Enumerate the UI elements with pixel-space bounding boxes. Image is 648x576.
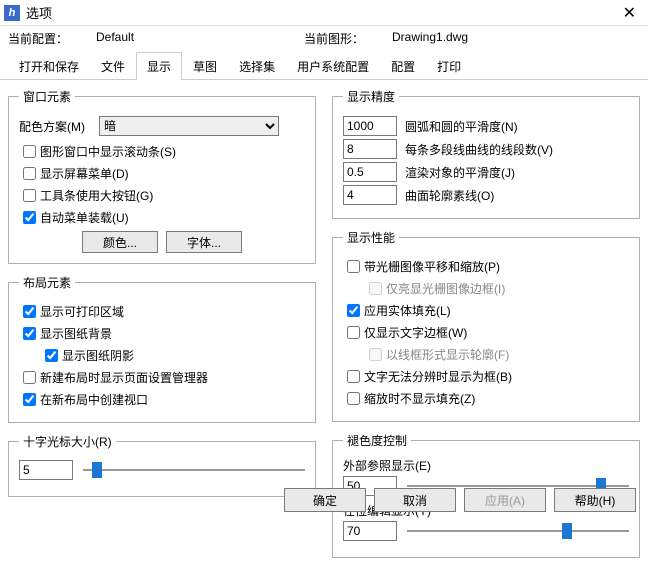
poly-seg-label: 每条多段线曲线的线段数(V) — [405, 141, 553, 158]
chk-large-toolbar[interactable] — [23, 189, 36, 202]
chk-page-setup-new[interactable] — [23, 371, 36, 384]
tab-print[interactable]: 打印 — [426, 52, 472, 80]
surface-iso-label: 曲面轮廓素线(O) — [405, 187, 494, 204]
chk-text-frame[interactable] — [347, 326, 360, 339]
legend-window-elements: 窗口元素 — [19, 88, 75, 105]
chk-scrollbars[interactable] — [23, 145, 36, 158]
dialog-title: 选项 — [26, 3, 52, 22]
lbl-auto-menu: 自动菜单装载(U) — [40, 209, 129, 226]
button-fonts[interactable]: 字体... — [166, 231, 242, 253]
legend-fade-control: 褪色度控制 — [343, 432, 411, 449]
lbl-paper-shadow: 显示图纸阴影 — [62, 347, 134, 364]
tab-sketch[interactable]: 草图 — [182, 52, 228, 80]
render-smooth-label: 渲染对象的平滑度(J) — [405, 164, 515, 181]
chk-auto-menu[interactable] — [23, 211, 36, 224]
legend-layout-elements: 布局元素 — [19, 274, 75, 291]
chk-screen-menu[interactable] — [23, 167, 36, 180]
tab-file[interactable]: 文件 — [90, 52, 136, 80]
surface-iso-input[interactable] — [343, 185, 397, 205]
dialog-buttons: 确定 取消 应用(A) 帮助(H) — [284, 488, 636, 512]
chk-paper-bg[interactable] — [23, 327, 36, 340]
cursor-size-input[interactable] — [19, 460, 73, 480]
tab-display[interactable]: 显示 — [136, 52, 182, 80]
chk-raster-frame — [369, 282, 382, 295]
current-config-value: Default — [96, 30, 296, 47]
title-bar: 选项 ✕ — [0, 0, 648, 26]
inplace-fade-input[interactable] — [343, 521, 397, 541]
close-icon[interactable]: ✕ — [619, 3, 640, 23]
chk-pan-zoom-raster[interactable] — [347, 260, 360, 273]
lbl-solid-fill: 应用实体填充(L) — [364, 302, 451, 319]
app-icon — [4, 5, 20, 21]
lbl-text-blob: 文字无法分辨时显示为框(B) — [364, 368, 512, 385]
cancel-button[interactable]: 取消 — [374, 488, 456, 512]
tab-open-save[interactable]: 打开和保存 — [8, 52, 90, 80]
legend-precision: 显示精度 — [343, 88, 399, 105]
legend-performance: 显示性能 — [343, 229, 399, 246]
header-row: 当前配置： Default 当前图形： Drawing1.dwg — [0, 26, 648, 47]
chk-wire-silhouette — [369, 348, 382, 361]
lbl-page-setup-new: 新建布局时显示页面设置管理器 — [40, 369, 208, 386]
chk-text-blob[interactable] — [347, 370, 360, 383]
lbl-large-toolbar: 工具条使用大按钮(G) — [40, 187, 153, 204]
group-cursor-size: 十字光标大小(R) — [8, 433, 316, 497]
color-scheme-label: 配色方案(M) — [19, 118, 99, 135]
button-colors[interactable]: 颜色... — [82, 231, 158, 253]
current-config-label: 当前配置： — [8, 30, 88, 47]
current-drawing-label: 当前图形： — [304, 30, 384, 47]
tab-config[interactable]: 配置 — [380, 52, 426, 80]
lbl-raster-frame: 仅亮显光栅图像边框(I) — [386, 280, 505, 297]
color-scheme-select[interactable]: 暗 — [99, 116, 279, 136]
chk-print-area[interactable] — [23, 305, 36, 318]
chk-solid-fill[interactable] — [347, 304, 360, 317]
current-drawing-value: Drawing1.dwg — [392, 30, 592, 47]
tab-selection[interactable]: 选择集 — [228, 52, 286, 80]
ok-button[interactable]: 确定 — [284, 488, 366, 512]
xref-fade-label: 外部参照显示(E) — [343, 457, 629, 474]
legend-cursor-size: 十字光标大小(R) — [19, 433, 116, 450]
lbl-no-fill-zoom: 缩放时不显示填充(Z) — [364, 390, 475, 407]
lbl-text-frame: 仅显示文字边框(W) — [364, 324, 467, 341]
tab-user-sys[interactable]: 用户系统配置 — [286, 52, 380, 80]
group-performance: 显示性能 带光栅图像平移和缩放(P) 仅亮显光栅图像边框(I) 应用实体填充(L… — [332, 229, 640, 422]
group-window-elements: 窗口元素 配色方案(M) 暗 图形窗口中显示滚动条(S) 显示屏幕菜单(D) 工… — [8, 88, 316, 264]
apply-button[interactable]: 应用(A) — [464, 488, 546, 512]
group-layout-elements: 布局元素 显示可打印区域 显示图纸背景 显示图纸阴影 新建布局时显示页面设置管理… — [8, 274, 316, 423]
cursor-size-slider[interactable] — [83, 462, 305, 478]
lbl-pan-zoom-raster: 带光栅图像平移和缩放(P) — [364, 258, 500, 275]
poly-seg-input[interactable] — [343, 139, 397, 159]
tab-strip: 打开和保存 文件 显示 草图 选择集 用户系统配置 配置 打印 — [0, 47, 648, 80]
chk-no-fill-zoom[interactable] — [347, 392, 360, 405]
arc-smooth-label: 圆弧和圆的平滑度(N) — [405, 118, 518, 135]
lbl-print-area: 显示可打印区域 — [40, 303, 124, 320]
inplace-fade-slider[interactable] — [407, 523, 629, 539]
lbl-screen-menu: 显示屏幕菜单(D) — [40, 165, 129, 182]
render-smooth-input[interactable] — [343, 162, 397, 182]
lbl-viewport-new: 在新布局中创建视口 — [40, 391, 148, 408]
lbl-scrollbars: 图形窗口中显示滚动条(S) — [40, 143, 176, 160]
lbl-paper-bg: 显示图纸背景 — [40, 325, 112, 342]
chk-viewport-new[interactable] — [23, 393, 36, 406]
lbl-wire-silhouette: 以线框形式显示轮廓(F) — [386, 346, 509, 363]
chk-paper-shadow[interactable] — [45, 349, 58, 362]
help-button[interactable]: 帮助(H) — [554, 488, 636, 512]
arc-smooth-input[interactable] — [343, 116, 397, 136]
group-precision: 显示精度 圆弧和圆的平滑度(N) 每条多段线曲线的线段数(V) 渲染对象的平滑度… — [332, 88, 640, 219]
